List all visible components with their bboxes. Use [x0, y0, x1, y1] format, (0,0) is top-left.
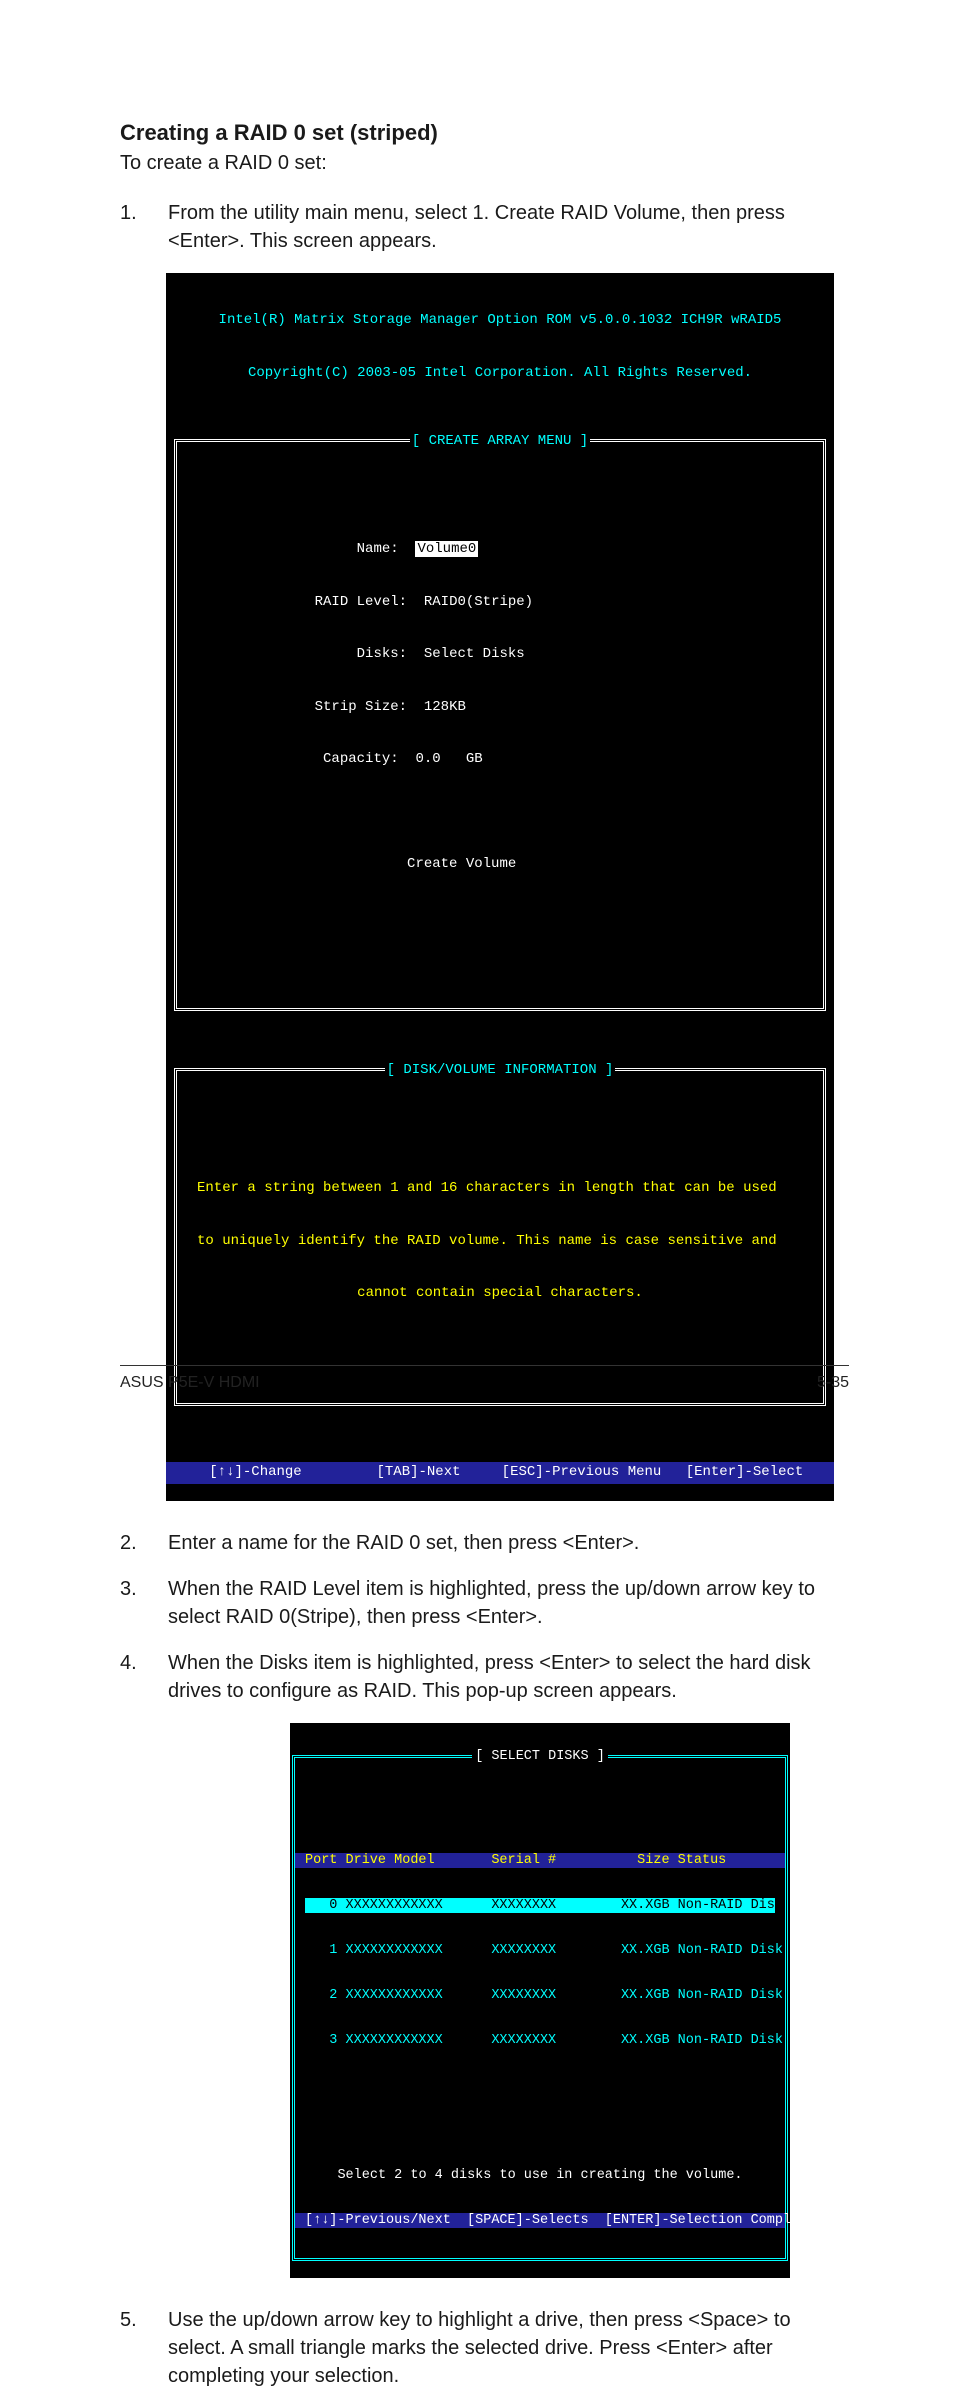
- step-2: 2. Enter a name for the RAID 0 set, then…: [120, 1529, 849, 1557]
- term1-footer: [↑↓]-Change [TAB]-Next [ESC]-Previous Me…: [166, 1462, 834, 1484]
- step-body: When the Disks item is highlighted, pres…: [168, 1649, 849, 1705]
- step-body: Use the up/down arrow key to highlight a…: [168, 2306, 849, 2390]
- step-number: 2.: [120, 1529, 168, 1557]
- footer-change: [↑↓]-Change: [174, 1464, 337, 1482]
- select-disks-title: [ SELECT DISKS ]: [472, 1749, 608, 1764]
- step-5: 5. Use the up/down arrow key to highligh…: [120, 2306, 849, 2390]
- term1-line1: Intel(R) Matrix Storage Manager Option R…: [174, 312, 826, 330]
- create-array-title-wrap: [ CREATE ARRAY MENU ]: [177, 433, 823, 451]
- step-1: 1. From the utility main menu, select 1.…: [120, 199, 849, 255]
- footer-divider: [120, 1365, 849, 1366]
- field-stripsize: Strip Size: 128KB: [197, 699, 803, 717]
- blank-row: [197, 804, 803, 822]
- value-name[interactable]: Volume0: [415, 541, 478, 557]
- term1-line2: Copyright(C) 2003-05 Intel Corporation. …: [174, 365, 826, 383]
- create-array-terminal: Intel(R) Matrix Storage Manager Option R…: [166, 273, 834, 1501]
- disk-row-3[interactable]: 3 XXXXXXXXXXXX XXXXXXXX XX.XGB Non-RAID …: [305, 2033, 775, 2048]
- select-disks-hint: Select 2 to 4 disks to use in creating t…: [305, 2168, 775, 2183]
- footer-right: 5-35: [817, 1374, 849, 1392]
- footer-left: ASUS P5E-V HDMI: [120, 1374, 260, 1392]
- disk-volume-title: [ DISK/VOLUME INFORMATION ]: [385, 1062, 616, 1078]
- step-number: 3.: [120, 1575, 168, 1631]
- value-disks[interactable]: Select Disks: [424, 646, 525, 662]
- disk-volume-title-wrap: [ DISK/VOLUME INFORMATION ]: [177, 1062, 823, 1080]
- select-disks-terminal: [ SELECT DISKS ] Port Drive Model Serial…: [290, 1723, 790, 2278]
- blank-row-t2c: [305, 2123, 775, 2138]
- value-capacity[interactable]: 0.0 GB: [415, 751, 482, 767]
- field-disks: Disks: Select Disks: [197, 646, 803, 664]
- step-number: 4.: [120, 1649, 168, 1705]
- field-name: Name: Volume0: [197, 541, 803, 559]
- disk-volume-inner: Enter a string between 1 and 16 characte…: [177, 1123, 823, 1368]
- label-disks: Disks:: [357, 646, 407, 662]
- select-disks-title-wrap: [ SELECT DISKS ]: [295, 1749, 785, 1764]
- heading: Creating a RAID 0 set (striped): [120, 120, 849, 146]
- field-raidlevel: RAID Level: RAID0(Stripe): [197, 594, 803, 612]
- intro-text: To create a RAID 0 set:: [120, 152, 849, 175]
- footer-tab-next: [TAB]-Next: [337, 1464, 500, 1482]
- step-body: When the RAID Level item is highlighted,…: [168, 1575, 849, 1631]
- footer-enter-select: [Enter]-Select: [663, 1464, 826, 1482]
- label-capacity: Capacity:: [323, 751, 399, 767]
- value-raidlevel[interactable]: RAID0(Stripe): [424, 594, 533, 610]
- create-array-inner: Name: Volume0 RAID Level: RAID0(Stripe) …: [177, 494, 823, 973]
- label-raidlevel: RAID Level:: [315, 594, 407, 610]
- create-volume-button[interactable]: Create Volume: [407, 856, 516, 872]
- disk-row-0[interactable]: 0 XXXXXXXXXXXX XXXXXXXX XX.XGB Non-RAID …: [305, 1898, 775, 1913]
- field-capacity: Capacity: 0.0 GB: [197, 751, 803, 769]
- disk-row-2[interactable]: 2 XXXXXXXXXXXX XXXXXXXX XX.XGB Non-RAID …: [305, 1988, 775, 2003]
- step-number: 5.: [120, 2306, 168, 2390]
- disk-row-1[interactable]: 1 XXXXXXXXXXXX XXXXXXXX XX.XGB Non-RAID …: [305, 1943, 775, 1958]
- blank-row-t2: [305, 1808, 775, 1823]
- create-array-title: [ CREATE ARRAY MENU ]: [410, 433, 590, 449]
- help-line-2: to uniquely identify the RAID volume. Th…: [197, 1233, 803, 1251]
- blank-row-2: [197, 909, 803, 927]
- help-line-1: Enter a string between 1 and 16 characte…: [197, 1180, 803, 1198]
- label-name: Name:: [357, 541, 399, 557]
- value-stripsize[interactable]: 128KB: [424, 699, 466, 715]
- select-disks-box: [ SELECT DISKS ] Port Drive Model Serial…: [292, 1755, 788, 2261]
- disk-volume-info-box: [ DISK/VOLUME INFORMATION ] Enter a stri…: [174, 1068, 826, 1406]
- disk-table-header: Port Drive Model Serial # Size Status: [295, 1853, 785, 1868]
- footer-esc-prev: [ESC]-Previous Menu: [500, 1464, 663, 1482]
- create-volume-row: Create Volume: [197, 856, 803, 874]
- select-disks-footer: [↑↓]-Previous/Next [SPACE]-Selects [ENTE…: [295, 2213, 785, 2228]
- step-body: From the utility main menu, select 1. Cr…: [168, 199, 849, 255]
- label-stripsize: Strip Size:: [315, 699, 407, 715]
- step-body: Enter a name for the RAID 0 set, then pr…: [168, 1529, 849, 1557]
- step-3: 3. When the RAID Level item is highlight…: [120, 1575, 849, 1631]
- help-line-3: cannot contain special characters.: [197, 1285, 803, 1303]
- blank-row-t2b: [305, 2078, 775, 2093]
- step-number: 1.: [120, 199, 168, 255]
- create-array-box: [ CREATE ARRAY MENU ] Name: Volume0 RAID…: [174, 439, 826, 1012]
- step-4: 4. When the Disks item is highlighted, p…: [120, 1649, 849, 1705]
